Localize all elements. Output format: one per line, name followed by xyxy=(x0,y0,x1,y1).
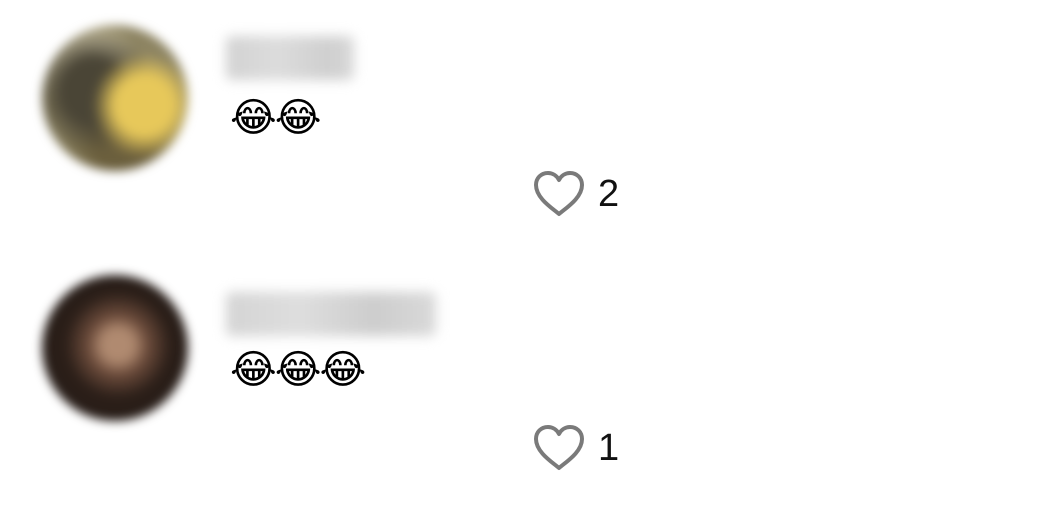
comment-username[interactable]: alhuaragnoo xyxy=(226,292,436,336)
comment-text: 😂😂 xyxy=(230,95,321,141)
like-control[interactable]: 2 xyxy=(532,168,619,220)
comment-text: 😂😂😂 xyxy=(230,347,366,393)
like-count: 1 xyxy=(598,427,620,469)
comment-item: lillinna 😂😂 2 xyxy=(0,0,1046,256)
like-control[interactable]: 1 xyxy=(532,422,619,474)
heart-outline-icon[interactable] xyxy=(532,170,586,218)
like-count: 2 xyxy=(598,173,620,215)
avatar[interactable] xyxy=(42,275,188,421)
avatar[interactable] xyxy=(42,25,188,171)
comment-item: alhuaragnoo 😂😂😂 1 xyxy=(0,252,1046,508)
heart-outline-icon[interactable] xyxy=(532,424,586,472)
comment-username[interactable]: lillinna xyxy=(226,36,354,80)
